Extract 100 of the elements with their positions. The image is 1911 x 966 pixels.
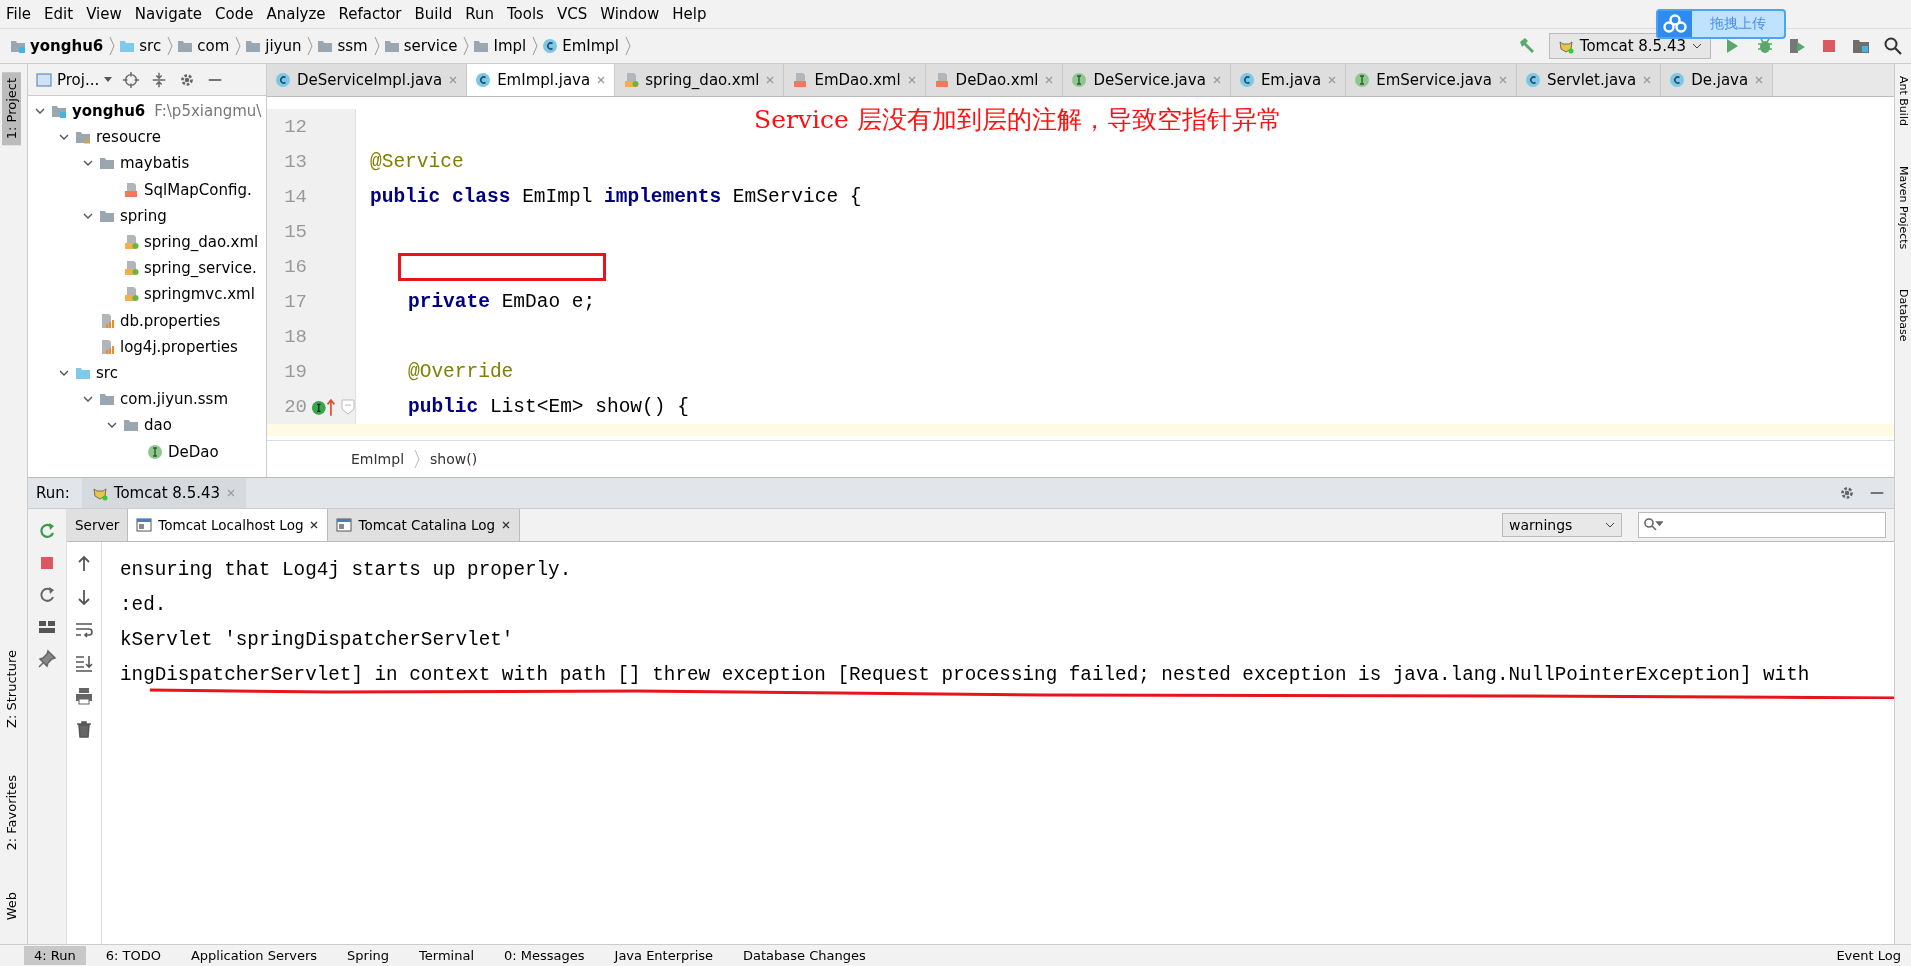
tool-window-button[interactable]: Web <box>2 886 21 927</box>
tree-item[interactable]: springmvc.xml <box>144 285 255 304</box>
search-icon[interactable] <box>1883 36 1903 56</box>
tool-window-button[interactable]: Spring <box>337 946 400 965</box>
run-tab[interactable]: Tomcat 8.5.43 <box>81 478 247 508</box>
menu-item[interactable]: Build <box>414 5 453 23</box>
breadcrumb-item[interactable]: Impl <box>473 36 539 56</box>
menu-item[interactable]: Tools <box>506 5 544 23</box>
line-number: 17 <box>283 290 307 313</box>
caret-icon <box>104 77 113 82</box>
locate-icon[interactable] <box>122 70 141 89</box>
tool-window-button[interactable]: 1: Project <box>2 72 21 146</box>
rerun-icon[interactable] <box>37 521 57 541</box>
menu-item[interactable]: Edit <box>44 5 74 23</box>
event-log-button[interactable]: Event Log <box>1826 946 1911 965</box>
editor-tab[interactable]: Em.java <box>1230 64 1347 96</box>
breadcrumb-item[interactable]: EmImpl <box>542 36 632 56</box>
coverage-icon[interactable] <box>1787 36 1807 56</box>
tool-window-button[interactable]: Database Changes <box>733 946 876 965</box>
tool-window-button[interactable]: 0: Messages <box>494 946 595 965</box>
menu-item[interactable]: Help <box>672 5 707 23</box>
refresh-icon[interactable] <box>37 585 57 605</box>
editor-tab[interactable]: DeServiceImpl.java <box>267 64 468 96</box>
scroll-to-end-icon[interactable] <box>74 653 94 673</box>
menu-item[interactable]: Refactor <box>338 5 402 23</box>
tool-window-button[interactable]: Maven Projects <box>1896 165 1910 250</box>
log-tab[interactable]: Server <box>67 509 129 541</box>
code-line: @Service <box>370 150 464 173</box>
tool-window-button[interactable]: 4: Run <box>24 946 86 965</box>
chevron-separator-icon <box>235 36 242 56</box>
close-icon[interactable] <box>501 520 512 530</box>
tree-item[interactable]: spring <box>120 206 167 225</box>
tree-item[interactable]: com.jiyun.ssm <box>120 390 229 409</box>
line-number: 18 <box>283 325 307 348</box>
tree-item[interactable]: dao <box>144 416 172 435</box>
line-number: 15 <box>283 220 307 243</box>
editor-tab[interactable]: DeService.java <box>1063 64 1231 96</box>
editor-tab[interactable]: DeDao.xml <box>925 64 1064 96</box>
log-line: ensuring that Log4j starts up properly. <box>120 558 573 581</box>
spring-file-icon <box>123 260 139 277</box>
print-icon[interactable] <box>74 686 94 706</box>
tool-window-button[interactable]: Database <box>1896 289 1910 342</box>
tool-window-button[interactable]: 6: TODO <box>95 946 171 965</box>
menu-item[interactable]: Run <box>465 5 494 23</box>
filter-dropdown[interactable]: warnings <box>1502 513 1622 537</box>
pin-icon[interactable] <box>37 649 57 669</box>
editor-tab[interactable]: EmService.java <box>1346 64 1517 96</box>
breadcrumb-item[interactable]: service <box>383 36 470 56</box>
tool-window-button[interactable]: Ant Build <box>1896 76 1910 126</box>
menu-item[interactable]: Code <box>215 5 254 23</box>
tree-item[interactable]: spring_dao.xml <box>144 233 259 252</box>
editor-tab[interactable]: Servlet.java <box>1516 64 1662 96</box>
tool-window-button[interactable]: Java Enterprise <box>604 946 724 965</box>
editor-tab[interactable]: EmDao.xml <box>784 64 926 96</box>
breadcrumb-item[interactable]: yonghu6 <box>10 36 116 56</box>
tool-window-button[interactable]: Z: Structure <box>2 644 21 734</box>
spring-file-icon <box>623 72 640 88</box>
tree-item[interactable]: resoucre <box>96 128 161 147</box>
search-field[interactable] <box>1638 512 1886 538</box>
module-path: F:\p5xiangmu\ <box>154 102 262 121</box>
menu-item[interactable]: Navigate <box>134 5 203 23</box>
class-icon <box>475 72 492 88</box>
tree-item[interactable]: src <box>96 363 118 382</box>
tree-item[interactable]: log4j.properties <box>120 337 238 356</box>
menu-item[interactable]: Window <box>600 5 660 23</box>
editor-tab[interactable]: EmImpl.java <box>467 64 616 96</box>
close-icon[interactable] <box>309 520 320 530</box>
menu-item[interactable]: View <box>86 5 122 23</box>
folder-icon <box>99 391 115 408</box>
folder-icon <box>317 38 334 54</box>
implements-method-icon[interactable] <box>311 396 337 417</box>
tree-item[interactable]: yonghu6 <box>72 102 146 121</box>
tool-window-button[interactable]: 2: Favorites <box>2 769 21 857</box>
menu-item[interactable]: VCS <box>556 5 588 23</box>
breadcrumb-item[interactable]: ssm <box>317 36 380 56</box>
tree-item[interactable]: SqlMapConfig. <box>144 180 252 199</box>
trash-icon[interactable] <box>74 719 94 739</box>
editor-tab[interactable]: De.java <box>1661 64 1774 96</box>
breadcrumb-item[interactable]: jiyun <box>245 36 314 56</box>
tree-item[interactable]: maybatis <box>120 154 190 173</box>
tool-window-button[interactable]: Terminal <box>409 946 484 965</box>
log-tab[interactable]: Tomcat Localhost Log <box>128 509 329 541</box>
menu-item[interactable]: Analyze <box>266 5 326 23</box>
settings-icon[interactable] <box>1838 484 1856 502</box>
resource-folder-icon <box>75 129 91 146</box>
breadcrumb-item[interactable]: EmImpl <box>351 451 405 467</box>
project-view-dropdown[interactable]: Proj... <box>36 70 113 89</box>
log-tab[interactable]: Tomcat Catalina Log <box>328 509 521 541</box>
breadcrumb-item[interactable]: com <box>177 36 242 56</box>
breadcrumb-item[interactable]: src <box>119 36 174 56</box>
run-configuration-dropdown[interactable]: Tomcat 8.5.43 <box>1548 33 1711 59</box>
tree-item[interactable]: spring_service. <box>144 259 257 278</box>
editor-tab[interactable]: spring_dao.xml <box>615 64 785 96</box>
tool-window-button[interactable]: Application Servers <box>180 946 328 965</box>
soft-wrap-icon[interactable] <box>74 620 94 640</box>
tree-item[interactable]: db.properties <box>120 311 221 330</box>
tree-item[interactable]: DeDao <box>168 442 219 461</box>
menu-item[interactable]: File <box>6 5 32 23</box>
breadcrumb-item[interactable]: show() <box>430 451 478 467</box>
caret-icon <box>1605 522 1615 528</box>
